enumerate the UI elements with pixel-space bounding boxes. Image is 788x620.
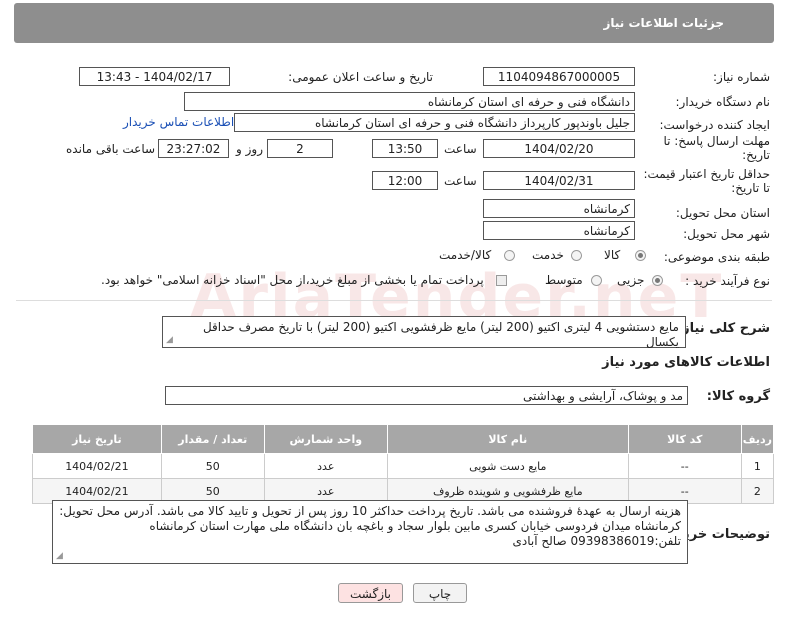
divider [16, 300, 772, 301]
summary-label: شرح کلی نیاز: [676, 321, 770, 336]
print-button[interactable]: چاپ [413, 583, 467, 603]
process-radio-medium[interactable] [591, 275, 602, 286]
back-button[interactable]: بازگشت [338, 583, 403, 603]
need-number-field: 1104094867000005 [483, 67, 635, 86]
buyer-contact-link[interactable]: اطلاعات تماس خریدار [123, 115, 234, 129]
reply-days-field: 2 [267, 139, 333, 158]
items-table: ردیف کد کالا نام کالا واحد شمارش تعداد /… [32, 424, 775, 504]
category-option-goods-service: کالا/خدمت [439, 248, 492, 262]
goods-section-title: اطلاعات کالاهای مورد نیاز [602, 355, 770, 370]
reply-date-field: 1404/02/20 [483, 139, 635, 158]
cell-code: -- [627, 453, 742, 479]
need-number-label: شماره نیاز: [713, 70, 770, 84]
page-title: جزئیات اطلاعات نیاز [603, 16, 724, 30]
buyer-notes-line: کرمانشاه میدان فردوسی خیابان کسری مابین … [149, 519, 681, 533]
category-radio-goods-service[interactable] [504, 250, 515, 261]
treasury-note: پرداخت تمام یا بخشی از مبلغ خرید،از محل … [101, 273, 484, 287]
buyer-org-field: دانشگاه فنی و حرفه ای استان کرمانشاه [184, 92, 635, 111]
watermark-logo: AriaTender.neT [190, 262, 724, 332]
resize-grip-icon: ◢ [166, 335, 173, 345]
table-header-row: ردیف کد کالا نام کالا واحد شمارش تعداد /… [32, 424, 775, 454]
buyer-notes-line: تلفن:09398386019 صالح آبادی [512, 534, 682, 548]
cell-qty: 50 [160, 453, 265, 479]
reply-time-label: ساعت [444, 142, 477, 156]
summary-textarea[interactable]: مایع دستشویی 4 لیتری اکتیو (200 لیتر) ما… [162, 316, 686, 349]
col-name: نام کالا [386, 424, 629, 454]
process-option-medium: متوسط [545, 273, 583, 287]
remaining-time-label: ساعت باقی مانده [66, 142, 156, 156]
col-date: تاریخ نیاز [32, 424, 162, 454]
price-validity-time-field: 12:00 [372, 171, 438, 190]
category-radio-service[interactable] [571, 250, 582, 261]
category-option-goods: کالا [604, 248, 621, 262]
cell-name: مایع دست شویی [386, 453, 629, 479]
col-row: ردیف [740, 424, 775, 454]
col-code: کد کالا [627, 424, 742, 454]
treasury-checkbox[interactable] [496, 275, 507, 286]
reply-time-field: 13:50 [372, 139, 438, 158]
goods-group-label: گروه کالا: [706, 389, 770, 404]
table-row[interactable]: 1 -- مایع دست شویی عدد 50 1404/02/21 [32, 453, 775, 479]
resize-grip-icon: ◢ [56, 551, 63, 561]
remaining-time-field: 23:27:02 [158, 139, 229, 158]
category-option-service: خدمت [532, 248, 564, 262]
price-validity-label-2: تا تاریخ: [731, 181, 770, 195]
summary-text: مایع دستشویی 4 لیتری اکتیو (200 لیتر) ما… [202, 320, 679, 349]
reply-deadline-label-2: تاریخ: [742, 148, 770, 162]
delivery-province-label: استان محل تحویل: [675, 206, 770, 220]
price-validity-label: حداقل تاریخ اعتبار قیمت: [643, 167, 770, 181]
delivery-city-field: کرمانشاه [483, 221, 635, 240]
buyer-notes-textarea[interactable]: هزینه ارسال به عهدۀ فروشنده می باشد. تار… [52, 500, 688, 564]
col-unit: واحد شمارش [263, 424, 388, 454]
process-option-minor: جزیی [617, 273, 645, 287]
price-validity-date-field: 1404/02/31 [483, 171, 635, 190]
goods-group-field: مد و پوشاک، آرایشی و بهداشتی [165, 386, 688, 405]
page-header: جزئیات اطلاعات نیاز [14, 3, 774, 43]
reply-deadline-label: مهلت ارسال پاسخ: تا [663, 134, 770, 148]
cell-date: 1404/02/21 [32, 453, 162, 479]
cell-row: 2 [740, 478, 775, 504]
purchase-process-label: نوع فرآیند خرید : [685, 274, 770, 288]
price-validity-time-label: ساعت [444, 174, 477, 188]
buyer-org-label: نام دستگاه خریدار: [675, 95, 771, 109]
cell-unit: عدد [263, 453, 388, 479]
category-radio-goods[interactable] [635, 250, 646, 261]
delivery-province-field: کرمانشاه [483, 199, 635, 218]
requester-field: جلیل باوندپور کارپرداز دانشگاه فنی و حرف… [234, 113, 635, 132]
category-label: طبقه بندی موضوعی: [663, 250, 770, 264]
reply-days-label: روز و [236, 142, 263, 156]
announce-datetime-label: تاریخ و ساعت اعلان عمومی: [288, 70, 433, 84]
col-qty: تعداد / مقدار [160, 424, 265, 454]
buyer-notes-line: هزینه ارسال به عهدۀ فروشنده می باشد. تار… [59, 504, 681, 518]
announce-datetime-field: 1404/02/17 - 13:43 [79, 67, 230, 86]
process-radio-minor[interactable] [652, 275, 663, 286]
requester-label: ایجاد کننده درخواست: [659, 118, 770, 132]
cell-row: 1 [740, 453, 775, 479]
delivery-city-label: شهر محل تحویل: [683, 227, 770, 241]
